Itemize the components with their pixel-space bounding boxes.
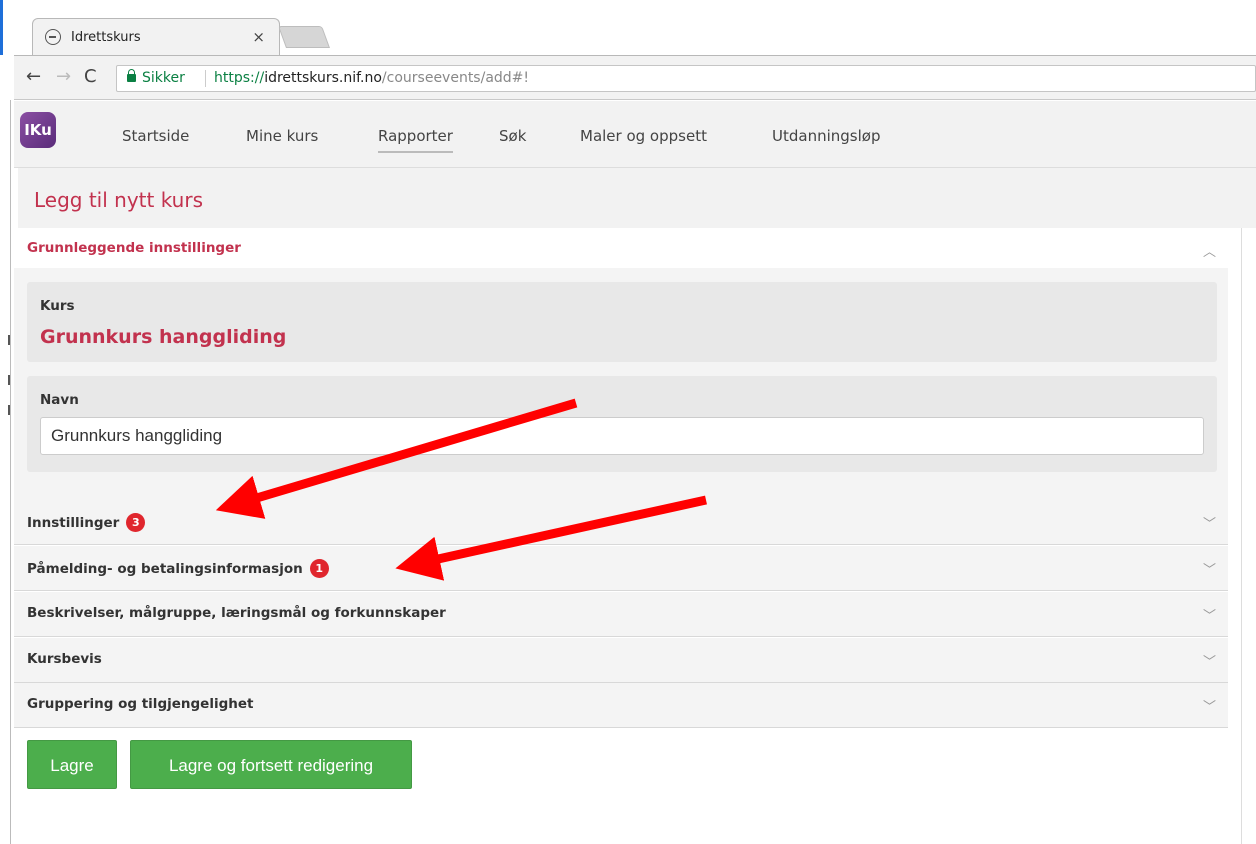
section-basic-settings-body: Kurs Grunnkurs hanggliding Navn [14, 268, 1228, 500]
tab-strip: Idrettskurs × [14, 0, 1256, 56]
app-logo[interactable]: IKu [20, 112, 56, 148]
section-pamelding-label: Påmelding- og betalingsinformasjon [27, 561, 303, 577]
course-name: Grunnkurs hanggliding [40, 326, 287, 348]
lock-icon [127, 69, 136, 82]
chevron-up-icon: ︿ [1202, 245, 1216, 260]
chevron-down-icon: ﹀ [1202, 517, 1216, 532]
url-path: /courseevents/add#! [381, 70, 530, 86]
save-and-continue-button[interactable]: Lagre og fortsett redigering [130, 740, 412, 789]
section-innstillinger-label: Innstillinger [27, 515, 120, 531]
section-basic-settings-label: Grunnleggende innstillinger [27, 240, 241, 256]
section-pamelding[interactable]: Påmelding- og betalingsinformasjon 1 ﹀ [14, 546, 1228, 591]
nav-sok[interactable]: Søk [499, 127, 526, 151]
section-beskrivelser-label: Beskrivelser, målgruppe, læringsmål og f… [27, 605, 446, 621]
section-label: Påmelding- og betalingsinformasjon 1 [27, 559, 329, 578]
main-content: Grunnleggende innstillinger ︿ Kurs Grunn… [14, 228, 1242, 844]
page-title-band: Legg til nytt kurs [18, 168, 1256, 228]
section-gruppering[interactable]: Gruppering og tilgjengelighet ﹀ [14, 683, 1228, 728]
nav-utdanningslop[interactable]: Utdanningsløp [772, 127, 880, 151]
edge-divider [10, 100, 11, 844]
nav-mine-kurs[interactable]: Mine kurs [246, 127, 318, 151]
nav-maler-og-oppsett[interactable]: Maler og oppsett [580, 127, 707, 151]
url-host: idrettskurs.nif.no [264, 70, 382, 86]
window-edge-highlight [0, 0, 3, 55]
section-kursbevis[interactable]: Kursbevis ﹀ [14, 638, 1228, 683]
browser-tab[interactable]: Idrettskurs × [32, 18, 280, 56]
error-count-badge: 1 [309, 559, 329, 578]
name-label: Navn [40, 392, 79, 408]
name-card: Navn [27, 376, 1217, 472]
address-bar[interactable]: Sikker https://idrettskurs.nif.no/course… [116, 65, 1256, 92]
nav-startside[interactable]: Startside [122, 127, 189, 151]
section-label: Innstillinger 3 [27, 513, 146, 532]
desktop-edge [0, 0, 14, 844]
chevron-down-icon: ﹀ [1202, 609, 1216, 624]
page-title: Legg til nytt kurs [34, 188, 203, 212]
reload-icon[interactable]: C [84, 66, 97, 87]
url-separator [205, 70, 206, 87]
back-arrow-icon[interactable]: ← [26, 66, 41, 87]
url-scheme: https:// [214, 70, 265, 86]
section-basic-settings-header[interactable]: Grunnleggende innstillinger ︿ [14, 228, 1228, 268]
nav-rapporter[interactable]: Rapporter [378, 127, 453, 153]
section-kursbevis-label: Kursbevis [27, 651, 102, 667]
course-card: Kurs Grunnkurs hanggliding [27, 282, 1217, 362]
tab-title: Idrettskurs [71, 30, 141, 45]
app-header: IKu Startside Mine kurs Rapporter Søk Ma… [14, 101, 1256, 168]
site-favicon-icon [45, 29, 61, 45]
secure-label: Sikker [142, 70, 185, 86]
url-text[interactable]: https://idrettskurs.nif.no/courseevents/… [214, 70, 529, 86]
chevron-down-icon: ﹀ [1202, 700, 1216, 715]
error-count-badge: 3 [126, 513, 146, 532]
tab-close-icon[interactable]: × [252, 28, 265, 46]
course-label: Kurs [40, 298, 75, 314]
new-tab-button[interactable] [277, 26, 331, 48]
section-beskrivelser[interactable]: Beskrivelser, målgruppe, læringsmål og f… [14, 592, 1228, 637]
chevron-down-icon: ﹀ [1202, 655, 1216, 670]
browser-toolbar: ← → C Sikker https://idrettskurs.nif.no/… [14, 56, 1256, 100]
section-innstillinger[interactable]: Innstillinger 3 ﹀ [14, 500, 1228, 545]
save-button[interactable]: Lagre [27, 740, 117, 789]
name-input[interactable] [40, 417, 1204, 455]
chevron-down-icon: ﹀ [1202, 563, 1216, 578]
forward-arrow-icon[interactable]: → [56, 66, 71, 87]
browser-window: Idrettskurs × ← → C Sikker https://idret… [14, 0, 1256, 844]
section-gruppering-label: Gruppering og tilgjengelighet [27, 696, 254, 712]
